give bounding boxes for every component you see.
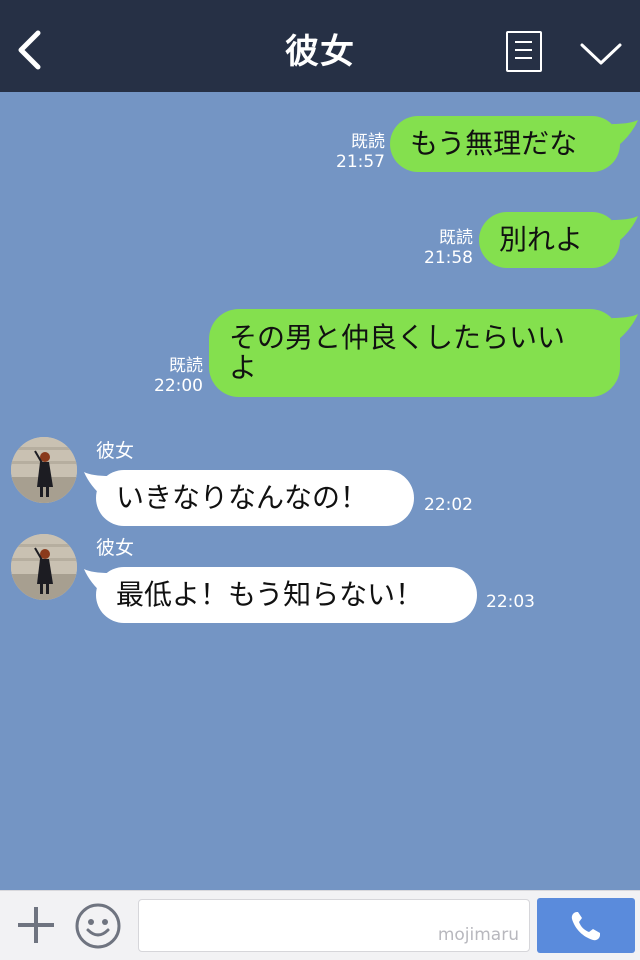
- message-bubble[interactable]: 最低よ！もう知らない！: [96, 567, 477, 623]
- message-bubble[interactable]: いきなりなんなの！: [96, 470, 414, 526]
- sender-name: 彼女: [96, 440, 135, 462]
- message-text: 別れよ: [499, 223, 584, 256]
- input-bar: mojimaru: [0, 890, 640, 960]
- message-time: 22:02: [424, 495, 473, 515]
- message-text-line: よ: [229, 351, 258, 384]
- read-indicator: 既読: [169, 356, 203, 376]
- message-bubble[interactable]: 別れよ: [479, 212, 620, 268]
- message-meta: 既読 21:57: [330, 132, 385, 172]
- message-meta: 既読 21:58: [418, 228, 473, 268]
- read-indicator: 既読: [351, 132, 385, 152]
- message-list[interactable]: 既読 21:57 もう無理だな 既読 21:58 別れよ 既読 22:00 その…: [0, 92, 640, 890]
- message-time: 21:58: [424, 248, 473, 268]
- emoji-button[interactable]: [74, 902, 122, 950]
- message-time: 22:00: [154, 376, 203, 396]
- chat-header: 彼女: [0, 0, 640, 92]
- dropdown-button[interactable]: [578, 36, 624, 70]
- message-time: 21:57: [336, 152, 385, 172]
- add-button[interactable]: [16, 905, 56, 945]
- avatar-image: [11, 534, 77, 600]
- read-indicator: 既読: [439, 228, 473, 248]
- sender-name: 彼女: [96, 537, 135, 559]
- chevron-down-icon: [580, 43, 622, 65]
- avatar-image: [11, 437, 77, 503]
- watermark-text: mojimaru: [437, 925, 519, 945]
- message-bubble[interactable]: もう無理だな: [390, 116, 620, 172]
- message-text: もう無理だな: [410, 127, 578, 160]
- plus-icon: [18, 907, 54, 943]
- menu-button[interactable]: [506, 31, 542, 72]
- message-text: 最低よ！もう知らない！: [116, 578, 424, 611]
- message-meta: 既読 22:00: [148, 356, 203, 396]
- message-bubble[interactable]: その男と仲良くしたらいい よ: [209, 309, 620, 397]
- message-text: いきなりなんなの！: [116, 481, 369, 514]
- avatar[interactable]: [11, 437, 77, 503]
- message-time: 22:03: [486, 592, 535, 612]
- emoji-icon: [75, 903, 121, 949]
- phone-icon: [571, 912, 600, 941]
- chat-title: 彼女: [285, 32, 355, 72]
- message-input[interactable]: mojimaru: [138, 899, 530, 952]
- avatar[interactable]: [11, 534, 77, 600]
- call-button[interactable]: [537, 898, 635, 953]
- message-text-line: その男と仲良くしたらいい: [229, 321, 566, 354]
